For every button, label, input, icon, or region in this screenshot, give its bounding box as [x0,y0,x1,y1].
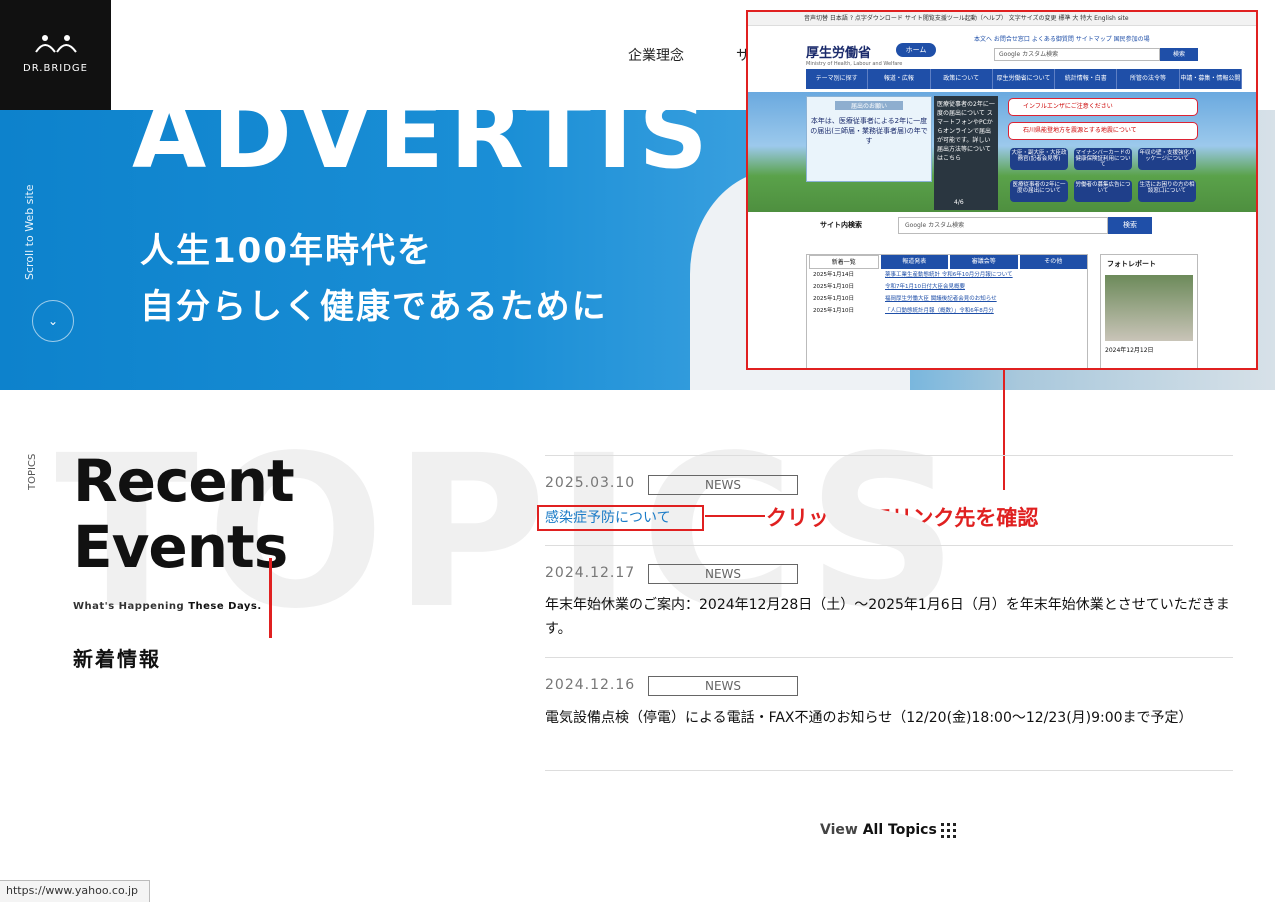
nav-philosophy[interactable]: 企業理念 [628,45,684,65]
mhlw-photo-image [1105,275,1193,341]
view-all-topics-link[interactable]: View All Topics [820,822,937,838]
mhlw-news-box: 新着一覧 報道発表 審議会等 その他 2025年1月14日 薬事工業生産動態統計 … [806,254,1088,368]
topics-jp-heading: 新着情報 [73,647,161,671]
mhlw-alert-1: インフルエンザにご注意ください [1008,98,1198,116]
mhlw-banner-page: 4/6 [954,199,964,206]
mhlw-search-input: Google カスタム検索 [994,48,1160,61]
mhlw-tab: 新着一覧 [809,255,879,269]
chevron-down-icon: ⌄ [47,314,59,328]
topic-tag: NEWS [648,676,798,696]
mhlw-news-row: 2025年1月10日 福岡厚生労働大臣 閣議後記者会見のお知らせ [807,293,1087,305]
accent-bar [269,558,272,638]
mhlw-gnav-item: 報道・広報 [868,69,931,89]
mhlw-gnav-item: 政策について [931,69,993,89]
mhlw-news-date: 2025年1月14日 [813,272,854,278]
mhlw-news-row: 2025年1月10日 「人口動態統計月報（概数）」令和6年8月分 [807,305,1087,317]
divider [545,657,1233,658]
site-logo[interactable]: DR.BRIDGE [0,0,111,110]
mhlw-site-search-button: 検索 [1108,217,1152,234]
mhlw-news-title: 薬事工業生産動態統計 令和6年10月分月報について [885,272,1013,278]
mhlw-banner-card: 届出のお願い 本年は、医療従事者による2年に一度の届出(三師届・業務従事者届)の… [806,96,932,182]
hero-big-word: ADVERTIS [132,110,714,190]
mhlw-gnav-item: 所管の法令等 [1117,69,1180,89]
mhlw-brand: 厚生労働省 Ministry of Health, Labour and Welf… [806,42,902,67]
scroll-label: Scroll to Web site [23,184,36,280]
topics-subtitle-a: What's Happening [73,601,185,612]
topics-heading: Recent Events [73,447,295,581]
mhlw-gnav-item: 申請・募集・情報公開 [1180,69,1242,89]
divider [545,455,1233,456]
mhlw-photo-report: フォトレポート 2024年12月12日 [1100,254,1198,368]
topic-title-link[interactable]: 年末年始休業のご案内：2024年12月28日（土）～2025年1月6日（月）を年… [545,593,1233,641]
mhlw-banner-head: 届出のお願い [835,101,903,110]
divider [545,545,1233,546]
mhlw-news-date: 2025年1月10日 [813,296,854,302]
view-all-a: View [820,822,858,838]
topics-heading-line-1: Recent [73,447,295,515]
mhlw-news-date: 2025年1月10日 [813,284,854,290]
topic-item: 2025.03.10 NEWS [545,455,1233,545]
mhlw-alert-2: 石川県能登地方を震源とする地震について [1008,122,1198,140]
mhlw-gnav-item: 統計情報・白書 [1055,69,1118,89]
linked-page-screenshot: 音声切替 日本語 ? 点字ダウンロード サイト閲覧支援ツール起動（ヘルプ） 文字… [746,10,1258,370]
topic-tag: NEWS [648,475,798,495]
topic-item: 2024.12.17 NEWS 年末年始休業のご案内：2024年12月28日（土… [545,545,1233,658]
mhlw-tab: 報道発表 [880,255,948,269]
mhlw-header-links: 本文へ お問合せ窓口 よくある御質問 サイトマップ 国民参加の場 [974,36,1150,43]
mhlw-banner-side-text: 医療従事者の2年に一度の届出について スマートフォンやPCからオンラインで届出が… [937,101,995,162]
hero-line-2: 自分らしく健康であるために [140,287,608,327]
topic-item: 2024.12.16 NEWS 電気設備点検（停電）による電話・FAX不通のお知… [545,657,1233,771]
topics-subtitle: What's Happening These Days. [73,601,262,612]
mhlw-tile: 生活にお困りの方の相談窓口について [1138,180,1196,202]
topics-heading-line-2: Events [73,513,288,581]
mhlw-tile: 労働者の募集広告について [1074,180,1132,202]
mhlw-news-title: 「人口動態統計月報（概数）」令和6年8月分 [885,308,994,314]
mhlw-tile: 大臣・副大臣・大臣政務官(記者会見等) [1010,148,1068,170]
mhlw-photo-head: フォトレポート [1107,260,1156,268]
mhlw-tile: 医療従事者の2年に一度の届出について [1010,180,1068,202]
topics-side-label: TOPICS [27,453,38,490]
mhlw-news-row: 2025年1月10日 令和7年1月10日付大臣会見概要 [807,281,1087,293]
mhlw-global-nav: テーマ別に探す 報道・広報 政策について 厚生労働省について 統計情報・白書 所… [806,69,1242,89]
mhlw-brand-en: Ministry of Health, Labour and Welfare [806,61,903,67]
mhlw-tab: 審議会等 [950,255,1018,269]
logo-text: DR.BRIDGE [23,63,88,74]
logo-mark-icon [35,35,77,53]
browser-status-url: https://www.yahoo.co.jp [0,880,150,902]
view-all-b: All Topics [862,822,937,838]
topics-subtitle-b: These Days. [188,601,262,612]
scroll-down-button[interactable]: ⌄ [32,300,74,342]
mhlw-tile: 年収の壁・支援強化パッケージについて [1138,148,1196,170]
mhlw-news-date: 2025年1月10日 [813,308,854,314]
topic-tag: NEWS [648,564,798,584]
topic-link-infection-prevention[interactable]: 感染症予防について [537,505,704,531]
mhlw-banner-side: 医療従事者の2年に一度の届出について スマートフォンやPCからオンラインで届出が… [934,96,998,210]
mhlw-tile: マイナンバーカードの健康保険証利用について [1074,148,1132,170]
mhlw-brand-name: 厚生労働省 [806,46,872,61]
mhlw-tab: その他 [1019,255,1087,269]
grid-dots-icon[interactable] [940,822,958,840]
topic-date: 2025.03.10 [545,475,636,491]
mhlw-news-row: 2025年1月14日 薬事工業生産動態統計 令和6年10月分月報について [807,269,1087,281]
mhlw-photo-date: 2024年12月12日 [1105,347,1154,354]
mhlw-news-title: 令和7年1月10日付大臣会見概要 [885,284,965,290]
mhlw-site-search-label: サイト内検索 [820,221,862,229]
mhlw-news-title: 福岡厚生労働大臣 閣議後記者会見のお知らせ [885,296,997,302]
topic-title-link[interactable]: 電気設備点検（停電）による電話・FAX不通のお知らせ（12/20(金)18:00… [545,706,1233,730]
mhlw-search-button: 検索 [1160,48,1198,61]
mhlw-gnav-item: 厚生労働省について [993,69,1056,89]
mhlw-banner-text: 本年は、医療従事者による2年に一度の届出(三師届・業務従事者届)の年です [810,117,928,145]
mhlw-gnav-item: テーマ別に探す [806,69,869,89]
divider [545,770,1233,771]
topic-date: 2024.12.16 [545,677,636,693]
mhlw-top-bar: 音声切替 日本語 ? 点字ダウンロード サイト閲覧支援ツール起動（ヘルプ） 文字… [748,12,1256,26]
hero-line-1: 人生100年時代を [140,231,433,271]
mhlw-home-button: ホーム [896,43,936,57]
topic-date: 2024.12.17 [545,565,636,581]
mhlw-site-search-input: Google カスタム検索 [898,217,1108,234]
mhlw-news-tabs: 新着一覧 報道発表 審議会等 その他 [807,255,1087,269]
